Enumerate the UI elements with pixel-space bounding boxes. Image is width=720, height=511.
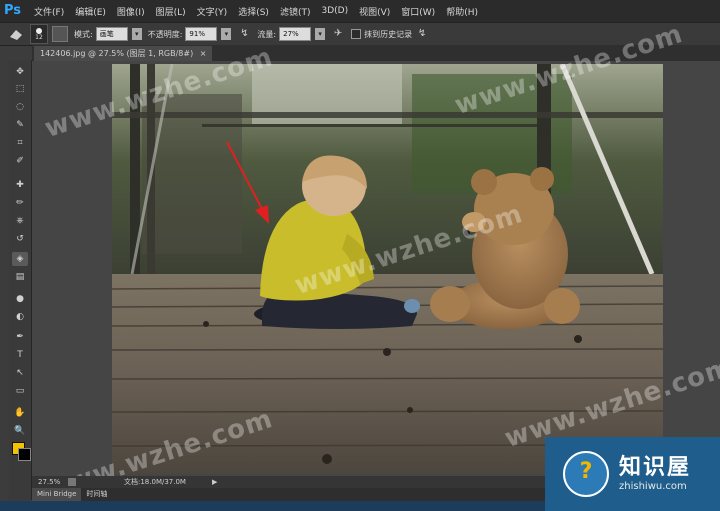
pressure-size-icon[interactable]: ↯: [415, 28, 429, 40]
brush-panel-toggle-icon[interactable]: [52, 26, 68, 42]
zoom-level[interactable]: 27.5%: [38, 478, 68, 486]
flow-dropdown-icon[interactable]: ▾: [315, 28, 326, 40]
menu-type[interactable]: 文字(Y): [197, 5, 228, 18]
ps-logo-icon: Ps: [4, 3, 22, 18]
opacity-label: 不透明度:: [147, 29, 183, 39]
document-tab[interactable]: 142406.jpg @ 27.5% (图层 1, RGB/8#) ×: [34, 46, 213, 61]
document-tab-title: 142406.jpg @ 27.5% (图层 1, RGB/8#): [40, 49, 194, 58]
zhishiwu-badge: ? 知识屋 zhishiwu.com: [545, 437, 720, 511]
menu-select[interactable]: 选择(S): [238, 5, 269, 18]
mode-dropdown-icon[interactable]: ▾: [131, 28, 142, 40]
brush-tool-icon[interactable]: ✏: [12, 196, 28, 210]
status-menu-arrow-icon[interactable]: ▶: [212, 478, 217, 486]
pressure-opacity-icon[interactable]: ↯: [237, 28, 251, 40]
menu-view[interactable]: 视图(V): [359, 5, 390, 18]
menu-edit[interactable]: 编辑(E): [75, 5, 106, 18]
dodge-tool-icon[interactable]: ◐: [12, 310, 28, 324]
opacity-input[interactable]: 91%: [185, 27, 218, 41]
path-select-tool-icon[interactable]: ↖: [12, 366, 28, 380]
move-tool-icon[interactable]: ✥: [12, 65, 28, 79]
clone-stamp-tool-icon[interactable]: ⎈: [12, 214, 28, 228]
tab-mini-bridge[interactable]: Mini Bridge: [32, 488, 82, 501]
menu-file[interactable]: 文件(F): [34, 5, 64, 18]
menu-bar: Ps 文件(F) 编辑(E) 图像(I) 图层(L) 文字(Y) 选择(S) 滤…: [0, 0, 720, 22]
hand-tool-icon[interactable]: ✋: [12, 406, 28, 420]
eyedropper-tool-icon[interactable]: ✐: [12, 154, 28, 168]
pen-tool-icon[interactable]: ✒: [12, 330, 28, 344]
badge-url: zhishiwu.com: [619, 481, 687, 492]
erase-history-label: 抹到历史记录: [364, 29, 413, 39]
background-color-swatch[interactable]: [18, 448, 31, 461]
menu-help[interactable]: 帮助(H): [446, 5, 478, 18]
gradient-tool-icon[interactable]: ▤: [12, 270, 28, 284]
brush-size-value: 12: [35, 33, 43, 41]
menu-image[interactable]: 图像(I): [117, 5, 145, 18]
zoom-tool-icon[interactable]: 🔍: [12, 424, 28, 438]
quick-select-tool-icon[interactable]: ✎: [12, 118, 28, 132]
menu-filter[interactable]: 滤镜(T): [280, 5, 311, 18]
tools-panel: ✥ ⬚ ◌ ✎ ⌗ ✐ ✚ ✏ ⎈ ↺ ◈ ▤ ● ◐ ✒ T ↖ ▭ ✋ 🔍: [9, 60, 32, 500]
opacity-dropdown-icon[interactable]: ▾: [221, 28, 232, 40]
brush-preset-picker[interactable]: 12: [30, 24, 48, 44]
eraser-icon[interactable]: [8, 27, 24, 41]
menu-3d[interactable]: 3D(D): [321, 6, 348, 16]
marquee-tool-icon[interactable]: ⬚: [12, 82, 28, 96]
flow-label: 流量:: [257, 29, 277, 39]
menu-layer[interactable]: 图层(L): [156, 5, 186, 18]
flow-input[interactable]: 27%: [279, 27, 312, 41]
shape-tool-icon[interactable]: ▭: [12, 384, 28, 398]
airbrush-icon[interactable]: ✈: [331, 28, 345, 40]
badge-title: 知识屋: [619, 455, 692, 480]
tab-timeline[interactable]: 时间轴: [81, 488, 112, 501]
blur-tool-icon[interactable]: ●: [12, 292, 28, 306]
eraser-tool-icon[interactable]: ◈: [12, 252, 28, 266]
close-tab-icon[interactable]: ×: [200, 49, 207, 58]
crop-tool-icon[interactable]: ⌗: [12, 136, 28, 150]
badge-text: 知识屋 zhishiwu.com: [619, 455, 691, 493]
menu-window[interactable]: 窗口(W): [401, 5, 435, 18]
mode-label: 模式:: [74, 29, 93, 39]
history-brush-tool-icon[interactable]: ↺: [12, 232, 28, 246]
lasso-tool-icon[interactable]: ◌: [12, 100, 28, 114]
question-monitor-icon: ?: [563, 451, 609, 497]
healing-tool-icon[interactable]: ✚: [12, 178, 28, 192]
status-info-icon[interactable]: [68, 478, 76, 486]
type-tool-icon[interactable]: T: [12, 348, 28, 362]
photoshop-window: Ps 文件(F) 编辑(E) 图像(I) 图层(L) 文字(Y) 选择(S) 滤…: [0, 0, 720, 511]
document-size-info: 文档:18.0M/37.0M: [124, 478, 186, 486]
erase-history-checkbox[interactable]: [351, 29, 362, 39]
mode-select[interactable]: 画笔: [95, 27, 128, 41]
